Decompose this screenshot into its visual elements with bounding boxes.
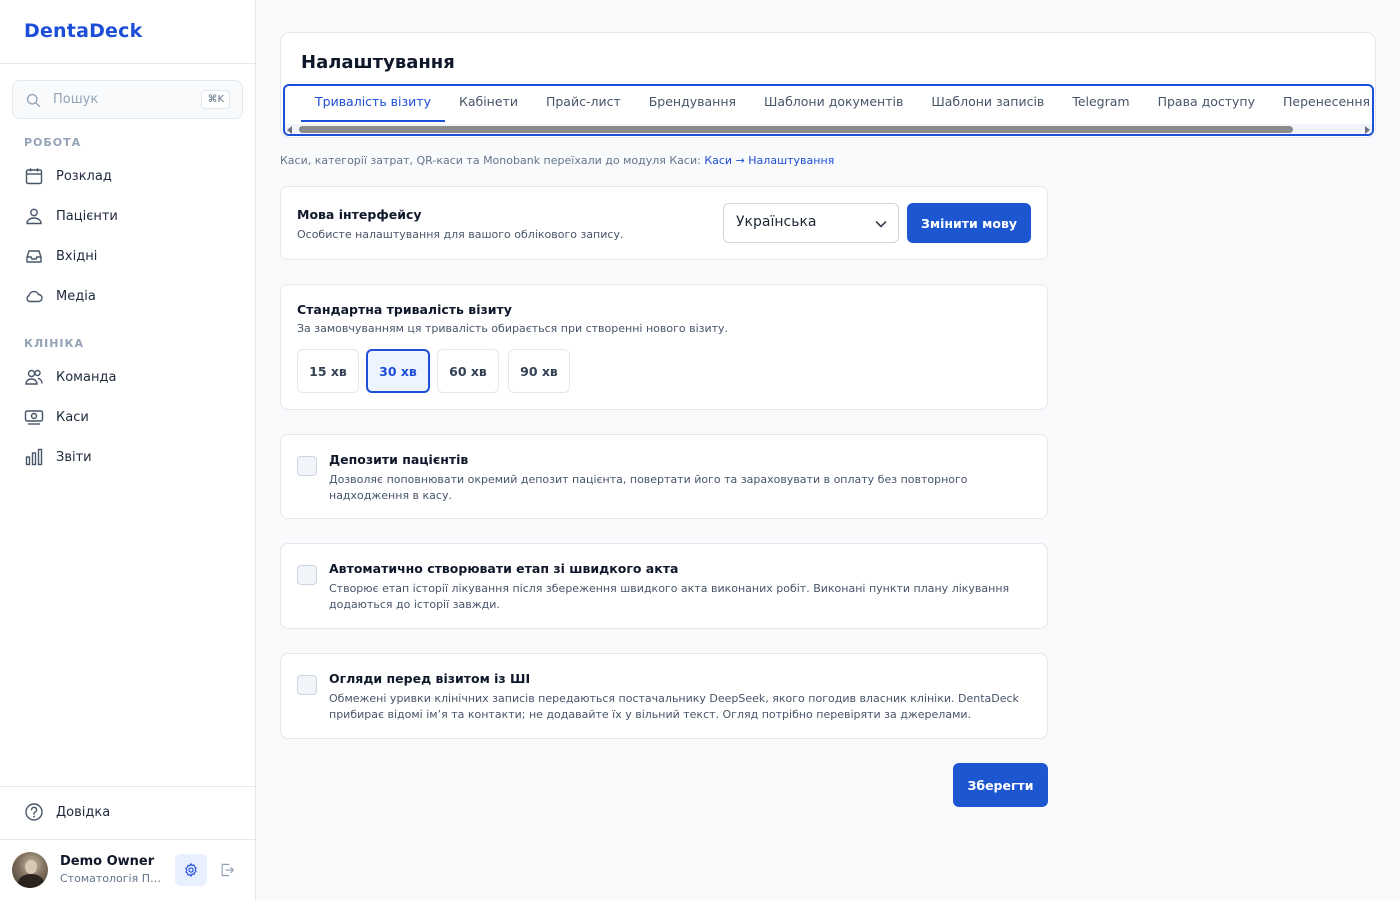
tabs-bar: Тривалість візиту Кабінети Прайс-лист Бр… xyxy=(283,84,1374,136)
sidebar-item-label: Команда xyxy=(56,369,117,385)
deposits-desc: Дозволяє поповнювати окремий депозит пац… xyxy=(329,473,968,502)
language-select[interactable]: Українська xyxy=(723,203,899,243)
section-title-clinic: КЛІНІКА xyxy=(24,337,85,350)
tab-visit-duration[interactable]: Тривалість візиту xyxy=(301,86,445,122)
calendar-icon xyxy=(25,168,43,185)
language-card: Мова інтерфейсу Особисте налаштування дл… xyxy=(280,186,1048,260)
tabs-row: Тривалість візиту Кабінети Прайс-лист Бр… xyxy=(301,86,1372,122)
settings-header: Налаштування Тривалість візиту Кабінети … xyxy=(280,32,1376,138)
sidebar-item-cash[interactable]: Каси xyxy=(12,399,243,435)
deposits-card: Депозити пацієнтів Дозволяє поповнювати … xyxy=(280,434,1048,519)
divider xyxy=(0,839,255,840)
notice: Каси, категорії затрат, QR-каси та Monob… xyxy=(280,154,834,167)
avatar-body xyxy=(18,874,44,888)
change-language-button[interactable]: Змінити мову xyxy=(907,203,1031,243)
duration-desc: За замовчуванням ця тривалість обираєтьс… xyxy=(297,322,729,335)
cash-settings-link[interactable]: Каси → Налаштування xyxy=(704,154,834,167)
logout-icon xyxy=(221,863,234,877)
sidebar-item-label: Звіти xyxy=(56,449,92,465)
ai-review-checkbox[interactable] xyxy=(297,675,317,695)
tab-rooms[interactable]: Кабінети xyxy=(445,86,532,122)
sidebar-item-label: Пацієнти xyxy=(56,208,118,224)
auto-stage-card: Автоматично створювати етап зі швидкого … xyxy=(280,543,1048,629)
auto-stage-checkbox[interactable] xyxy=(297,565,317,585)
brand-logo[interactable]: DentaDeck xyxy=(24,20,142,42)
duration-option-90[interactable]: 90 хв xyxy=(508,349,570,393)
duration-option-15[interactable]: 15 хв xyxy=(297,349,359,393)
language-title: Мова інтерфейсу xyxy=(297,207,422,222)
chart-icon xyxy=(25,448,43,466)
tab-price-list[interactable]: Прайс-лист xyxy=(532,86,635,122)
logout-button[interactable] xyxy=(215,858,239,882)
duration-card: Стандартна тривалість візиту За замовчув… xyxy=(280,284,1048,410)
tab-telegram[interactable]: Telegram xyxy=(1058,86,1143,122)
page-title: Налаштування xyxy=(301,52,455,73)
tab-migration[interactable]: Перенесення з інших систем xyxy=(1269,86,1372,122)
search-box[interactable]: Пошук ⌘K xyxy=(12,80,243,119)
language-desc: Особисте налаштування для вашого обліков… xyxy=(297,228,624,241)
settings-button[interactable] xyxy=(175,854,207,886)
scrollbar-thumb[interactable] xyxy=(299,126,1293,133)
notice-text: Каси, категорії затрат, QR-каси та Monob… xyxy=(280,154,705,167)
divider xyxy=(0,786,255,787)
ai-review-card: Огляди перед візитом із ШІ Обмежені урив… xyxy=(280,653,1048,739)
search-input[interactable]: Пошук xyxy=(53,92,98,107)
help-icon xyxy=(25,803,43,821)
auto-stage-title: Автоматично створювати етап зі швидкого … xyxy=(329,561,679,576)
ai-review-desc: Обмежені уривки клінічних записів переда… xyxy=(329,692,1019,721)
user-org: Стоматологія Приклад xyxy=(60,872,164,885)
scroll-right-icon[interactable] xyxy=(1365,126,1370,134)
sidebar-item-reports[interactable]: Звіти xyxy=(12,439,243,475)
sidebar-item-label: Каси xyxy=(56,409,89,425)
tab-access-rights[interactable]: Права доступу xyxy=(1144,86,1269,122)
avatar-face xyxy=(25,860,37,874)
sidebar-item-label: Вхідні xyxy=(56,248,98,264)
save-button[interactable]: Зберегти xyxy=(953,763,1048,807)
tab-branding[interactable]: Брендування xyxy=(635,86,750,122)
tabs-scrollbar[interactable] xyxy=(285,124,1372,134)
duration-title: Стандартна тривалість візиту xyxy=(297,302,512,317)
deposits-checkbox[interactable] xyxy=(297,456,317,476)
sidebar-item-patients[interactable]: Пацієнти xyxy=(12,198,243,234)
scroll-left-icon[interactable] xyxy=(287,126,292,134)
auto-stage-desc: Створює етап історії лікування після збе… xyxy=(329,582,1010,611)
language-selected-value: Українська xyxy=(736,214,817,230)
sidebar-item-schedule[interactable]: Розклад xyxy=(12,158,243,194)
users-icon xyxy=(26,208,42,225)
sidebar-item-inbox[interactable]: Вхідні xyxy=(12,238,243,274)
inbox-icon xyxy=(26,250,42,263)
duration-option-30[interactable]: 30 хв xyxy=(366,349,430,393)
tab-record-templates[interactable]: Шаблони записів xyxy=(917,86,1058,122)
deposits-title: Депозити пацієнтів xyxy=(329,452,469,467)
sidebar-item-label: Довідка xyxy=(56,804,111,820)
avatar[interactable] xyxy=(12,852,48,888)
sidebar-item-team[interactable]: Команда xyxy=(12,359,243,395)
cash-icon xyxy=(24,410,44,425)
sidebar-item-label: Розклад xyxy=(56,168,112,184)
chevron-down-icon xyxy=(875,221,887,228)
tab-document-templates[interactable]: Шаблони документів xyxy=(750,86,917,122)
sidebar-item-label: Медіа xyxy=(56,288,96,304)
team-icon xyxy=(25,369,43,385)
sidebar-item-help[interactable]: Довідка xyxy=(12,794,243,830)
ai-review-title: Огляди перед візитом із ШІ xyxy=(329,671,531,686)
search-icon xyxy=(26,93,41,108)
search-shortcut: ⌘K xyxy=(201,90,230,109)
duration-option-60[interactable]: 60 хв xyxy=(437,349,499,393)
sidebar: DentaDeck Пошук ⌘K РОБОТА Розклад Пацієн… xyxy=(0,0,256,900)
user-name: Demo Owner xyxy=(60,854,155,869)
sidebar-item-media[interactable]: Медіа xyxy=(12,278,243,314)
divider xyxy=(0,63,255,64)
cloud-icon xyxy=(26,290,43,303)
section-title-work: РОБОТА xyxy=(24,136,82,149)
gear-icon xyxy=(185,863,197,877)
